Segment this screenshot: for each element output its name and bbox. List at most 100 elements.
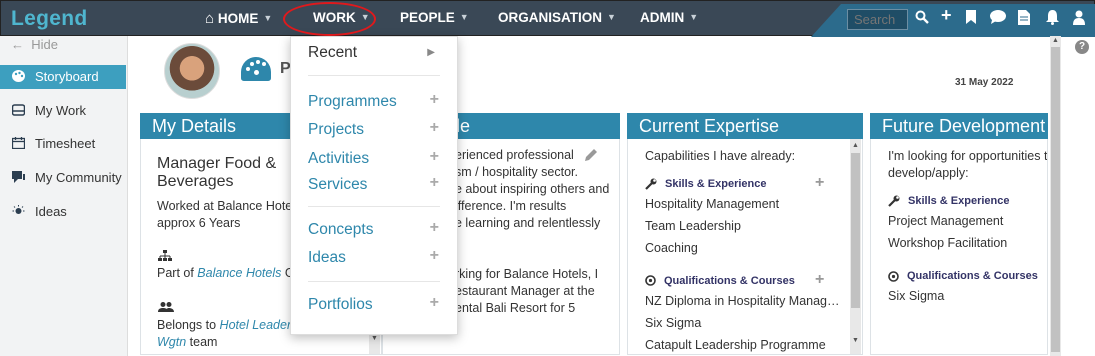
nav-home-label: HOME	[217, 11, 259, 26]
bio-line5: e learning and relentlessly	[455, 216, 601, 230]
scroll-up-arrow-icon[interactable]: ▲	[1052, 37, 1059, 44]
belongs-text: Belongs to Hotel Leaders	[157, 317, 297, 334]
search-input[interactable]	[847, 9, 908, 30]
skill-item: Coaching	[645, 241, 698, 255]
worked-line2: approx 6 Years	[157, 216, 241, 230]
skill-item: Team Leadership	[645, 219, 741, 233]
help-icon[interactable]: ?	[1075, 40, 1089, 54]
nav-organisation[interactable]: ORGANISATION ▼	[498, 10, 616, 25]
future-skill-item: Project Management	[888, 214, 1004, 228]
nav-people[interactable]: PEOPLE ▼	[400, 10, 469, 25]
chevron-down-icon: ▼	[607, 12, 616, 22]
lightbulb-icon	[12, 205, 25, 214]
add-qualification-icon[interactable]: +	[815, 271, 824, 289]
add-icon[interactable]: +	[941, 6, 952, 24]
menu-divider	[308, 281, 440, 282]
role-title-line1: Manager Food &	[157, 155, 277, 172]
menu-item-ideas[interactable]: Ideas	[308, 249, 346, 267]
scroll-down-arrow-icon[interactable]: ▼	[371, 335, 378, 342]
sidebar-item-ideas[interactable]: Ideas	[0, 200, 128, 224]
qualification-icon	[888, 271, 899, 282]
current-line2: estaurant Manager at the	[455, 284, 595, 298]
current-line3: ental Bali Resort for 5	[455, 301, 576, 315]
profile-avatar[interactable]	[164, 43, 220, 99]
menu-item-services[interactable]: Services	[308, 176, 367, 194]
expertise-scrollbar[interactable]: ▲ ▼	[850, 139, 861, 354]
skills-heading: Skills & Experience	[908, 195, 1010, 207]
quals-heading: Qualifications & Courses	[907, 270, 1038, 282]
inbox-icon	[12, 104, 25, 116]
bio-line3: e about inspiring others and	[455, 182, 610, 196]
chevron-down-icon: ▼	[263, 13, 273, 23]
menu-item-projects[interactable]: Projects	[308, 121, 364, 139]
sidebar-item-my-work[interactable]: My Work	[0, 99, 128, 123]
menu-item-recent[interactable]: Recent	[308, 44, 357, 62]
add-service-icon[interactable]: +	[430, 174, 439, 192]
chat-icon	[12, 171, 25, 183]
sidebar-item-label: My Work	[35, 103, 87, 118]
menu-item-portfolios[interactable]: Portfolios	[308, 296, 373, 314]
team-link[interactable]: Hotel Leaders	[220, 318, 298, 332]
sidebar-item-timesheet[interactable]: Timesheet	[0, 132, 128, 156]
future-development-header: Future Development	[870, 113, 1048, 139]
sidebar-item-label: My Community	[35, 170, 122, 185]
add-activity-icon[interactable]: +	[430, 148, 439, 166]
part-of-prefix: Part of	[157, 266, 198, 280]
group-link[interactable]: Balance Hotels	[197, 266, 281, 280]
add-concept-icon[interactable]: +	[430, 219, 439, 237]
edit-pencil-icon[interactable]	[585, 148, 598, 161]
add-skill-icon[interactable]: +	[815, 174, 824, 192]
menu-item-concepts[interactable]: Concepts	[308, 221, 373, 239]
org-chart-icon	[158, 250, 172, 261]
nav-home[interactable]: ⌂ HOME ▼	[205, 10, 272, 27]
sidebar-item-my-community[interactable]: My Community	[0, 166, 128, 190]
team-link-line2[interactable]: Wgtn	[157, 335, 186, 349]
quals-heading: Qualifications & Courses	[664, 275, 795, 287]
user-icon[interactable]	[1073, 10, 1085, 28]
search-icon[interactable]	[915, 10, 929, 27]
bio-line4: ifference. I'm results	[455, 199, 567, 213]
app-logo[interactable]: Legend	[11, 7, 87, 31]
add-project-icon[interactable]: +	[430, 119, 439, 137]
page-scrollbar-thumb[interactable]	[1051, 47, 1060, 352]
chat-icon[interactable]	[990, 10, 1006, 27]
worked-line1: Worked at Balance Hotels	[157, 199, 302, 213]
add-programme-icon[interactable]: +	[430, 91, 439, 109]
qualification-item: Catapult Leadership Programme	[645, 338, 826, 352]
belongs-suffix: team	[186, 335, 218, 349]
document-icon[interactable]	[1018, 10, 1030, 28]
chevron-down-icon: ▼	[689, 12, 699, 22]
menu-item-programmes[interactable]: Programmes	[308, 93, 397, 111]
qualification-item: NZ Diploma in Hospitality Manag…	[645, 294, 840, 308]
role-title-line2: Beverages	[157, 173, 234, 190]
expertise-intro: Capabilities I have already:	[645, 149, 796, 163]
wrench-icon	[888, 195, 900, 207]
future-qualification-item: Six Sigma	[888, 289, 945, 303]
sidebar-item-label: Storyboard	[35, 69, 99, 84]
page-scrollbar[interactable]: ▲	[1050, 36, 1061, 356]
wrench-icon	[645, 178, 657, 190]
sidebar-item-storyboard[interactable]: Storyboard	[0, 65, 126, 89]
team-icon	[158, 302, 174, 312]
hide-sidebar-toggle[interactable]: ← Hide	[11, 37, 58, 52]
current-expertise-panel: Capabilities I have already: Skills & Ex…	[627, 139, 863, 355]
menu-divider	[308, 206, 440, 207]
add-idea-icon[interactable]: +	[430, 247, 439, 265]
menu-item-activities[interactable]: Activities	[308, 150, 369, 168]
scroll-up-arrow-icon[interactable]: ▲	[852, 142, 859, 149]
bio-line1: erienced professional	[455, 148, 574, 162]
add-portfolio-icon[interactable]: +	[430, 294, 439, 312]
scroll-down-arrow-icon[interactable]: ▼	[852, 337, 859, 344]
qualification-icon	[645, 275, 656, 286]
bio-line2: sm / hospitality sector.	[455, 165, 578, 179]
scrollbar-thumb[interactable]	[851, 153, 860, 308]
current-expertise-header: Current Expertise	[627, 113, 863, 139]
work-dropdown-menu: Recent ▶ Programmes + Projects + Activit…	[290, 36, 458, 335]
nav-admin[interactable]: ADMIN ▼	[640, 10, 698, 25]
hide-label: Hide	[31, 37, 58, 52]
bell-icon[interactable]	[1046, 10, 1059, 28]
top-navigation-bar: Legend ⌂ HOME ▼ WORK ▼ PEOPLE ▼ ORGANISATIO…	[0, 0, 1095, 37]
dashboard-icon	[241, 57, 271, 81]
palette-icon	[12, 70, 25, 82]
bookmark-icon[interactable]	[966, 10, 976, 27]
